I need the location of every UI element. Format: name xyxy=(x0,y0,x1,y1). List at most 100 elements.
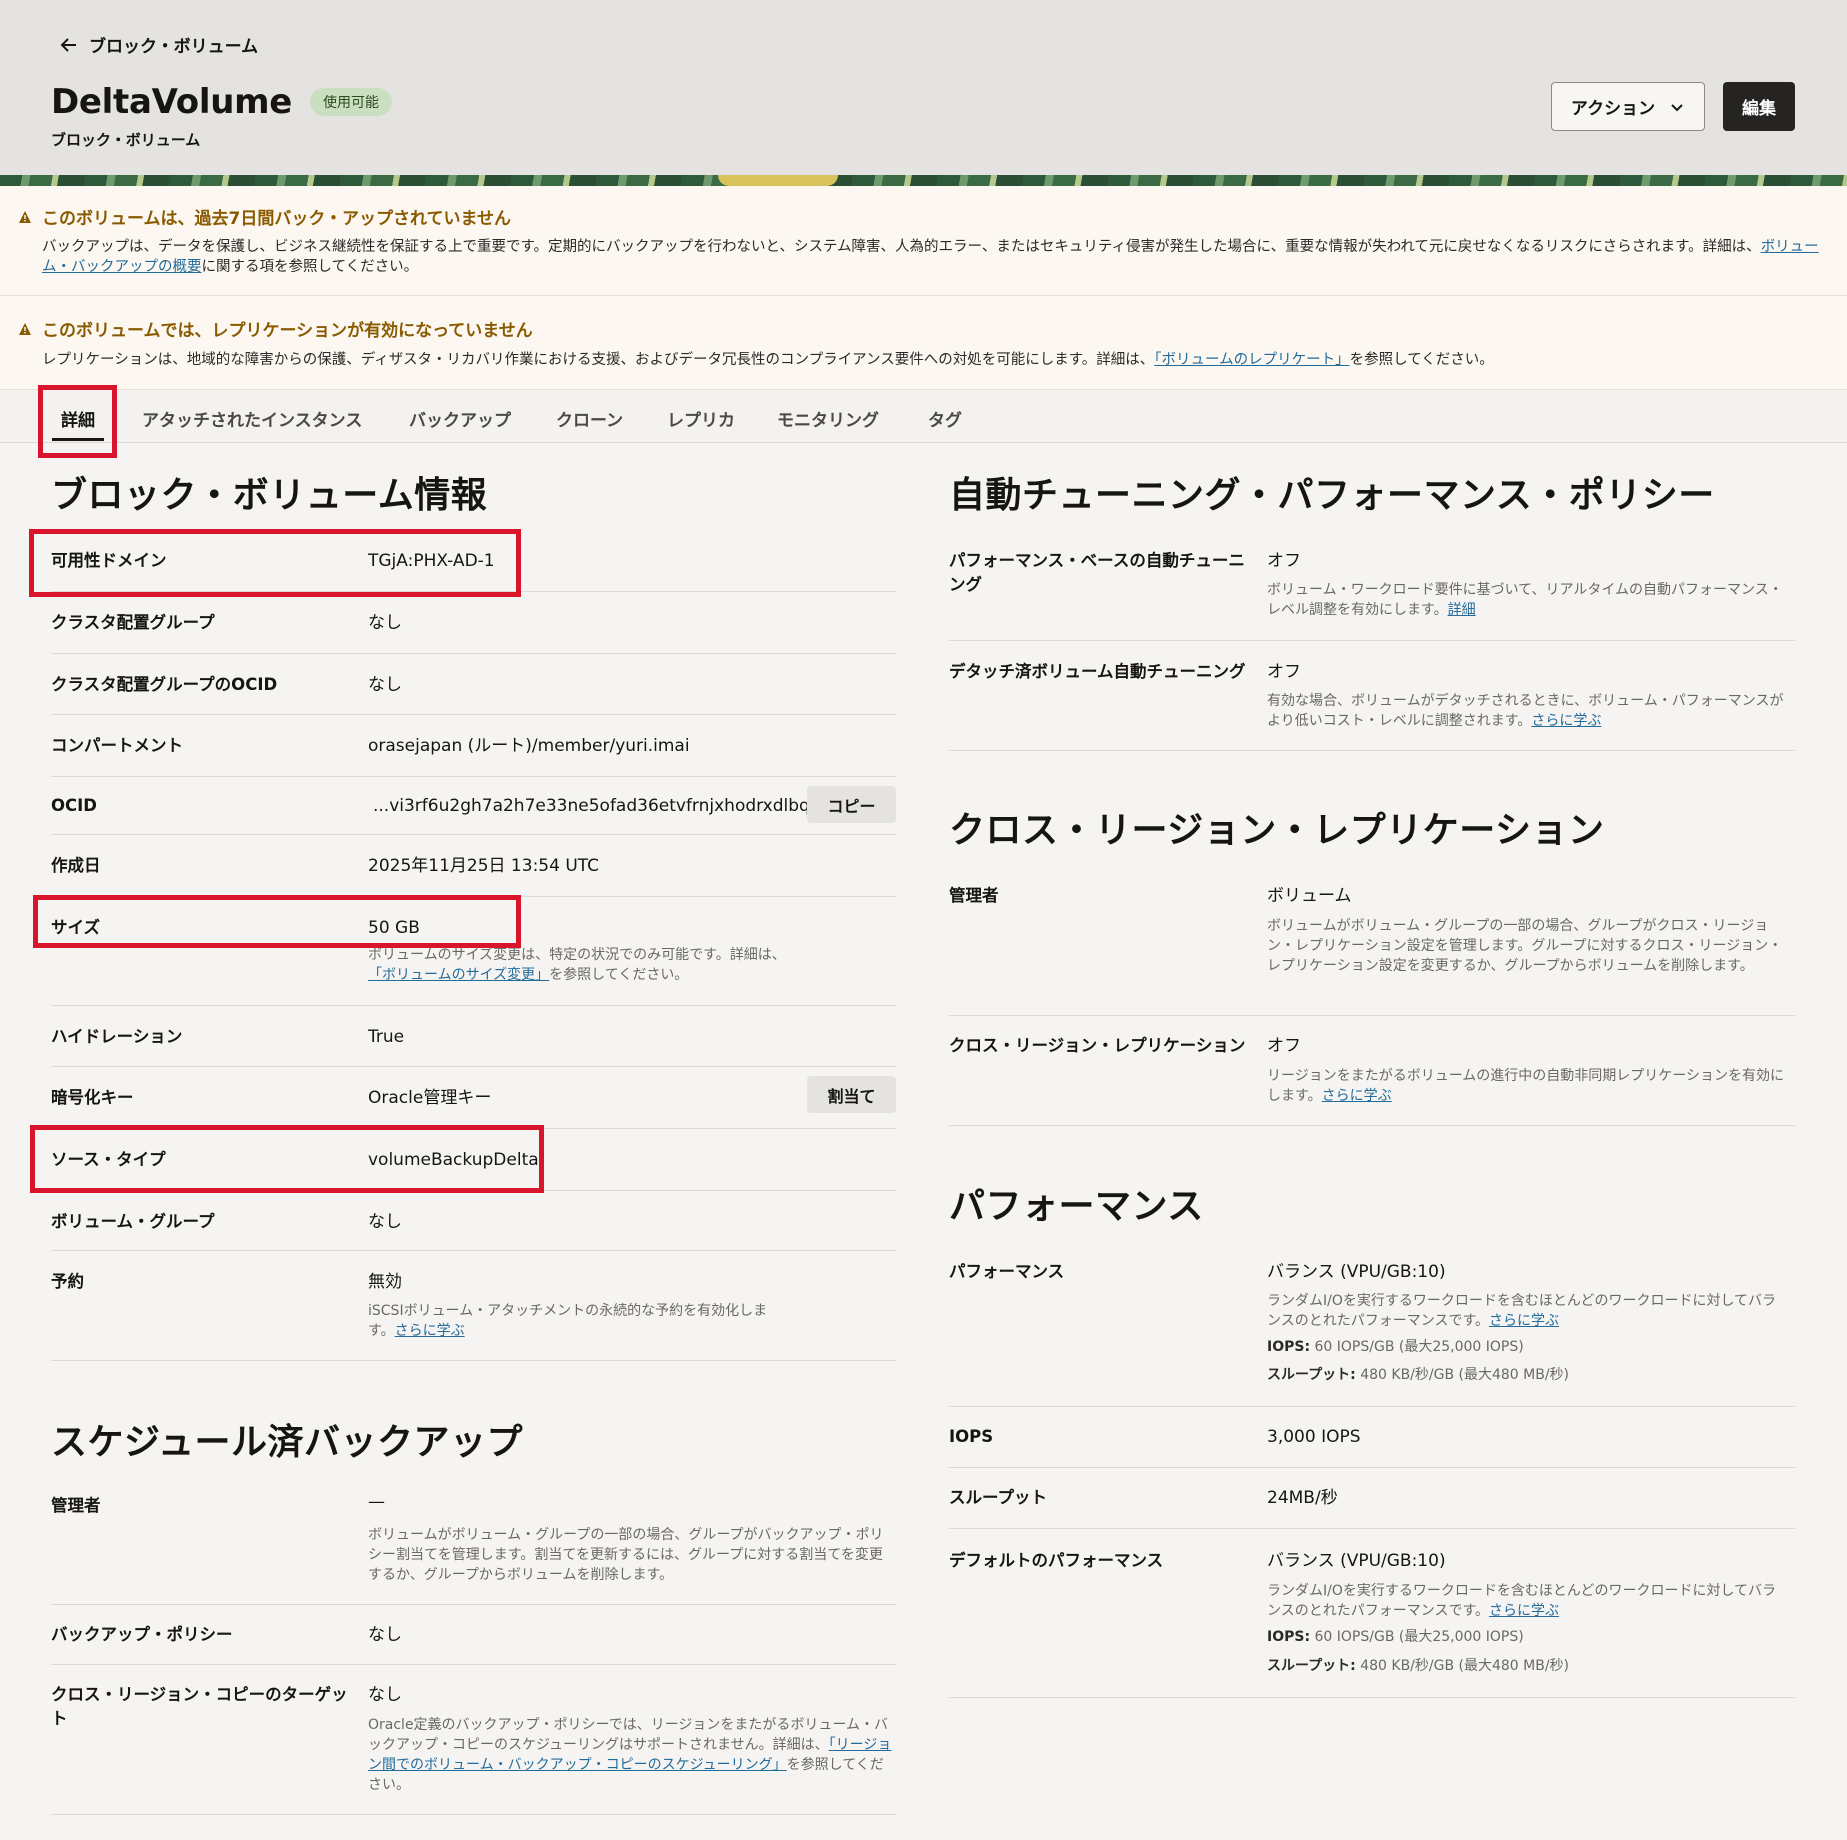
field-value: バランス (VPU/GB:10) xyxy=(1267,1262,1446,1282)
replication-row-admin: 管理者 ボリューム ボリュームがボリューム・グループの一部の場合、グループがクロ… xyxy=(949,868,1795,1016)
tab-backups[interactable]: バックアップ xyxy=(409,406,511,431)
edit-button[interactable]: 編集 xyxy=(1723,82,1795,131)
info-row-cluster-group: クラスタ配置グループ なし xyxy=(51,592,896,654)
tab-monitoring[interactable]: モニタリング xyxy=(777,406,879,431)
page-header: ブロック・ボリューム DeltaVolume 使用可能 ブロック・ボリューム ア… xyxy=(0,0,1847,175)
tab-clones[interactable]: クローン xyxy=(556,406,623,431)
tab-attached-instances[interactable]: アタッチされたインスタンス xyxy=(142,406,362,431)
resize-volume-link[interactable]: 「ボリュームのサイズ変更」 xyxy=(368,967,549,983)
info-row-volume-group: ボリューム・グループ なし xyxy=(51,1191,896,1251)
back-link[interactable]: ブロック・ボリューム xyxy=(59,32,258,57)
section-heading-scheduled-backups: スケジュール済バックアップ xyxy=(51,1422,523,1463)
info-row-reservation: 予約 無効 iSCSIボリューム・アタッチメントの永続的な予約を有効化します。さ… xyxy=(51,1251,896,1361)
field-value: 無効 xyxy=(368,1272,402,1292)
warning-title: このボリュームでは、レプリケーションが有効になっていません xyxy=(42,321,533,341)
field-value: ボリューム xyxy=(1267,886,1352,906)
field-value: orasejapan (ルート)/member/yuri.imai xyxy=(368,736,690,756)
learn-more-link[interactable]: さらに学ぶ xyxy=(1531,713,1601,729)
info-row-created: 作成日 2025年11月25日 13:54 UTC xyxy=(51,835,896,897)
field-description: ランダムI/Oを実行するワークロードを含むほとんどのワークロードに対してバランス… xyxy=(1267,1583,1777,1619)
replicate-volume-link[interactable]: 「ボリュームのレプリケート」 xyxy=(1154,352,1349,368)
tab-bar: 詳細 アタッチされたインスタンス バックアップ クローン レプリカ モニタリング… xyxy=(0,390,1847,443)
section-heading-performance: パフォーマンス xyxy=(949,1186,1204,1227)
warning-body: バックアップは、データを保護し、ビジネス継続性を保証する上で重要です。定期的にバ… xyxy=(42,239,1819,275)
learn-more-link[interactable]: さらに学ぶ xyxy=(1322,1088,1392,1104)
action-menu-button[interactable]: アクション xyxy=(1551,82,1705,131)
replication-warning: このボリュームでは、レプリケーションが有効になっていません レプリケーションは、… xyxy=(0,296,1847,390)
field-label: ソース・タイプ xyxy=(51,1150,166,1169)
throughput-detail: スループット: 480 KB/秒/GB (最大480 MB/秒) xyxy=(1267,1367,1570,1383)
chevron-down-icon xyxy=(1671,103,1683,111)
field-label: ハイドレーション xyxy=(51,1027,183,1046)
tuning-row-detached: デタッチ済ボリューム自動チューニング オフ 有効な場合、ボリュームがデタッチされ… xyxy=(949,641,1795,751)
banner-accent xyxy=(718,175,838,186)
learn-more-link[interactable]: さらに学ぶ xyxy=(1489,1313,1559,1329)
field-value: オフ xyxy=(1267,551,1301,571)
info-row-hydration: ハイドレーション True xyxy=(51,1006,896,1067)
field-label: クロス・リージョン・レプリケーション xyxy=(949,1036,1246,1055)
section-heading-replication: クロス・リージョン・レプリケーション xyxy=(949,810,1605,851)
field-value: volumeBackupDelta xyxy=(368,1150,539,1170)
status-badge: 使用可能 xyxy=(310,88,392,116)
warning-body: レプリケーションは、地域的な障害からの保護、ディザスタ・リカバリ作業における支援… xyxy=(42,352,1494,368)
iops-detail: IOPS: 60 IOPS/GB (最大25,000 IOPS) xyxy=(1267,1339,1524,1355)
field-value: 3,000 IOPS xyxy=(1267,1427,1361,1447)
ocid-value: ...vi3rf6u2gh7a2h7e33ne5ofad36etvfrnjxho… xyxy=(373,796,810,816)
field-description: ボリューム・ワークロード要件に基づいて、リアルタイムの自動パフォーマンス・レベル… xyxy=(1267,582,1783,618)
field-value: True xyxy=(368,1027,405,1047)
backup-row-admin: 管理者 — ボリュームがボリューム・グループの一部の場合、グループがバックアップ… xyxy=(51,1480,896,1605)
performance-row-iops: IOPS 3,000 IOPS xyxy=(949,1407,1795,1468)
warning-icon xyxy=(19,210,31,223)
field-label: コンパートメント xyxy=(51,736,183,755)
back-link-label[interactable]: ブロック・ボリューム xyxy=(89,32,258,57)
field-value: — xyxy=(368,1492,385,1512)
field-value: オフ xyxy=(1267,1036,1301,1056)
field-label: パフォーマンス・ベースの自動チューニング xyxy=(949,551,1245,594)
field-description: Oracle定義のバックアップ・ポリシーでは、リージョンをまたがるボリューム・バ… xyxy=(368,1717,892,1793)
page-subtitle: ブロック・ボリューム xyxy=(51,131,201,149)
tab-details[interactable]: 詳細 xyxy=(61,406,95,431)
field-label: 管理者 xyxy=(949,886,999,905)
field-value: なし xyxy=(368,675,402,695)
field-description: ボリュームがボリューム・グループの一部の場合、グループがバックアップ・ポリシー割… xyxy=(368,1527,884,1583)
action-menu-label: アクション xyxy=(1570,99,1656,119)
field-label: 作成日 xyxy=(51,856,101,875)
field-value: 24MB/秒 xyxy=(1267,1488,1338,1508)
performance-row-perf: パフォーマンス バランス (VPU/GB:10) ランダムI/Oを実行するワーク… xyxy=(949,1247,1795,1407)
field-label: ボリューム・グループ xyxy=(51,1212,215,1231)
tuning-row-performance-based: パフォーマンス・ベースの自動チューニング オフ ボリューム・ワークロード要件に基… xyxy=(949,530,1795,641)
field-value: バランス (VPU/GB:10) xyxy=(1267,1551,1446,1571)
field-value: なし xyxy=(368,613,402,633)
field-label: IOPS xyxy=(949,1427,994,1446)
field-value: オフ xyxy=(1267,662,1301,682)
tab-tags[interactable]: タグ xyxy=(928,406,962,431)
header-banner xyxy=(0,175,1847,186)
learn-more-link[interactable]: さらに学ぶ xyxy=(395,1323,465,1339)
performance-row-default: デフォルトのパフォーマンス バランス (VPU/GB:10) ランダムI/Oを実… xyxy=(949,1529,1795,1698)
field-value: Oracle管理キー xyxy=(368,1088,492,1108)
field-label: 暗号化キー xyxy=(51,1088,134,1107)
field-label: 管理者 xyxy=(51,1496,101,1515)
field-value: なし xyxy=(368,1625,402,1645)
page-title: DeltaVolume xyxy=(51,82,292,122)
tab-replicas[interactable]: レプリカ xyxy=(667,406,735,431)
field-label: クラスタ配置グループ xyxy=(51,613,215,632)
assign-key-button[interactable]: 割当て xyxy=(807,1076,896,1113)
learn-more-link[interactable]: さらに学ぶ xyxy=(1489,1603,1559,1619)
field-label: サイズ xyxy=(51,918,101,937)
field-description: ランダムI/Oを実行するワークロードを含むほとんどのワークロードに対してバランス… xyxy=(1267,1293,1777,1329)
copy-ocid-button[interactable]: コピー xyxy=(807,786,896,823)
info-row-compartment: コンパートメント orasejapan (ルート)/member/yuri.im… xyxy=(51,715,896,777)
warning-icon xyxy=(19,322,31,335)
field-label: 可用性ドメイン xyxy=(51,551,167,570)
throughput-detail: スループット: 480 KB/秒/GB (最大480 MB/秒) xyxy=(1267,1658,1570,1674)
field-description: ボリュームがボリューム・グループの一部の場合、グループがクロス・リージョン・レプ… xyxy=(1267,918,1783,974)
details-link[interactable]: 詳細 xyxy=(1448,602,1476,618)
field-label: デフォルトのパフォーマンス xyxy=(949,1551,1164,1570)
field-value: 50 GB xyxy=(368,918,420,938)
field-label: パフォーマンス xyxy=(949,1262,1065,1281)
iops-detail: IOPS: 60 IOPS/GB (最大25,000 IOPS) xyxy=(1267,1629,1524,1645)
field-label: 予約 xyxy=(51,1272,84,1291)
field-description: iSCSIボリューム・アタッチメントの永続的な予約を有効化します。さらに学ぶ xyxy=(368,1303,768,1339)
info-row-size: サイズ 50 GB ボリュームのサイズ変更は、特定の状況でのみ可能です。詳細は、… xyxy=(51,897,896,1006)
